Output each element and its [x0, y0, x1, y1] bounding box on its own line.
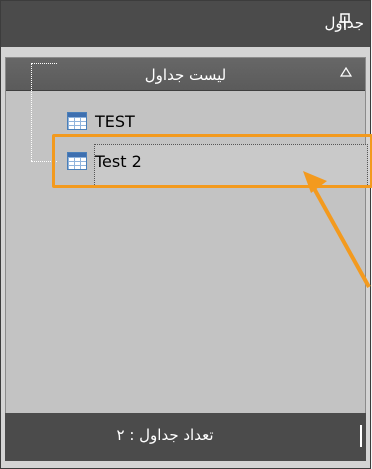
panel-titlebar: جداول [1, 1, 370, 47]
panel-footer: تعداد جداول : ۲ [5, 413, 366, 461]
table-name: TEST [95, 111, 135, 131]
footer-separator [360, 425, 362, 447]
group-header[interactable]: لیست جداول [6, 58, 365, 91]
table-row[interactable]: TEST [67, 109, 135, 133]
annotation-arrow [303, 171, 371, 288]
tree-connector [31, 63, 32, 161]
tree-connector [31, 63, 57, 64]
pin-icon[interactable] [338, 13, 352, 31]
tables-panel: جداول لیست جداول TEST Test 2 [0, 0, 372, 469]
table-icon [67, 112, 87, 130]
group-label: لیست جداول [144, 66, 227, 84]
collapse-icon[interactable] [339, 66, 353, 80]
tables-count: تعداد جداول : ۲ [116, 426, 214, 444]
